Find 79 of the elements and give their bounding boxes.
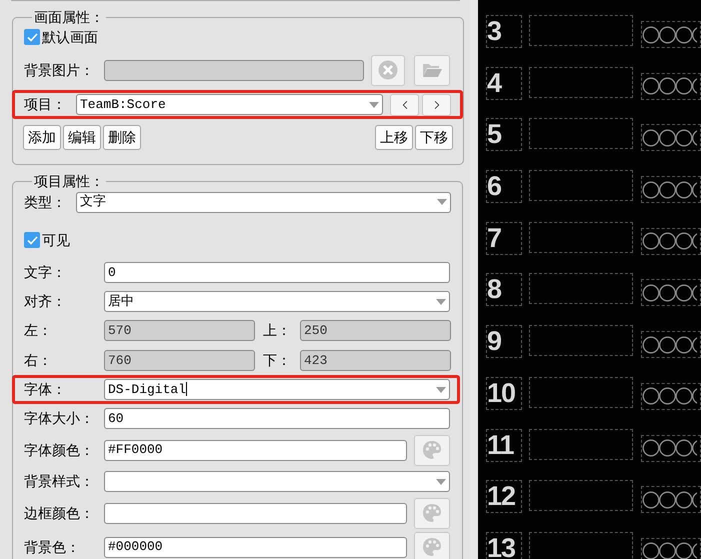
- dropdown[interactable]: [104, 471, 450, 492]
- field-label: 右：: [24, 350, 53, 370]
- field-label: 左：: [24, 321, 53, 340]
- circle-row-icon: [642, 542, 697, 559]
- field-label: 字体颜色：: [24, 440, 95, 460]
- field-label: 背景样式：: [24, 472, 95, 491]
- clear-button[interactable]: [371, 54, 405, 86]
- splitter-bar[interactable]: [470, 0, 478, 559]
- circle-row-icon: [642, 180, 697, 199]
- circle-row-icon: [642, 284, 697, 302]
- move-button[interactable]: 上移: [375, 124, 413, 150]
- action-button[interactable]: 添加: [23, 124, 61, 150]
- number-box: 3: [486, 15, 522, 48]
- dropdown-arrow-icon: [436, 386, 446, 392]
- number-box: 10: [486, 376, 522, 410]
- number-box: 5: [486, 118, 522, 152]
- field-label: 类型：: [24, 192, 67, 212]
- checkmark-icon: [26, 32, 38, 42]
- clear-icon: [378, 60, 398, 80]
- checkbox-label: 可见: [42, 230, 70, 250]
- number-box: 8: [486, 273, 522, 306]
- number-box: 4: [486, 66, 522, 100]
- input-field[interactable]: 0: [104, 262, 450, 283]
- field-label: 背景图片：: [24, 60, 95, 80]
- circle-row-icon: [642, 77, 697, 96]
- palette-icon: [422, 440, 442, 460]
- field-label: 背景色：: [24, 538, 81, 556]
- circle-row-icon: [642, 26, 697, 44]
- circle-row-icon: [642, 232, 697, 250]
- number-box: 12: [486, 480, 522, 514]
- circle-row-icon: [642, 336, 697, 354]
- group-title: 项目属性：: [33, 172, 105, 191]
- circle-row-icon: [642, 439, 697, 457]
- dropdown-arrow-icon: [437, 199, 447, 205]
- color-picker-button[interactable]: [414, 532, 450, 559]
- checkbox[interactable]: [24, 232, 40, 248]
- field-label: 下：: [262, 350, 292, 370]
- number-box: 7: [486, 222, 522, 255]
- group-title: 画面属性：: [33, 8, 105, 27]
- dropdown[interactable]: TeamB:Score: [76, 94, 383, 115]
- field-label: 项目：: [24, 95, 67, 114]
- dropdown-arrow-icon: [436, 478, 446, 484]
- dropdown-arrow-icon: [436, 298, 446, 304]
- action-button[interactable]: 编辑: [63, 124, 101, 150]
- field-label: 文字：: [24, 263, 67, 282]
- palette-icon: [422, 537, 442, 557]
- dropdown[interactable]: 居中: [104, 291, 450, 312]
- palette-icon: [422, 503, 442, 523]
- field-label: 字体：: [24, 380, 67, 399]
- checkbox-label: 默认画面: [42, 28, 98, 46]
- next-button[interactable]: [422, 94, 451, 116]
- number-box: 9: [486, 325, 522, 358]
- circle-row-icon: [642, 387, 697, 406]
- previous-button[interactable]: [390, 94, 419, 116]
- color-picker-button[interactable]: [414, 434, 450, 466]
- dropdown[interactable]: DS-Digital: [104, 379, 450, 400]
- field-label: 对齐：: [24, 292, 67, 311]
- input-field[interactable]: #000000: [104, 536, 407, 558]
- move-button[interactable]: 下移: [415, 124, 453, 150]
- circle-row-icon: [642, 128, 697, 147]
- number-box: 13: [486, 532, 522, 559]
- dropdown-arrow-icon: [369, 102, 379, 108]
- input-field[interactable]: [104, 502, 407, 524]
- number-box: 11: [486, 428, 522, 462]
- circle-row-icon: [642, 490, 697, 509]
- checkmark-icon: [26, 236, 38, 244]
- action-button[interactable]: 删除: [103, 124, 141, 150]
- number-box: 6: [486, 170, 522, 204]
- color-picker-button[interactable]: [414, 498, 450, 528]
- field-label: 边框颜色：: [24, 504, 95, 522]
- field-label: 上：: [262, 321, 292, 340]
- input-field[interactable]: [104, 60, 364, 80]
- checkbox[interactable]: [24, 29, 40, 45]
- folder-icon: [422, 62, 442, 78]
- open-folder-button[interactable]: [414, 54, 450, 86]
- dropdown[interactable]: 文字: [76, 192, 451, 212]
- input-field[interactable]: #FF0000: [104, 440, 407, 460]
- input-field[interactable]: 60: [104, 408, 450, 429]
- field-label: 字体大小：: [24, 409, 95, 428]
